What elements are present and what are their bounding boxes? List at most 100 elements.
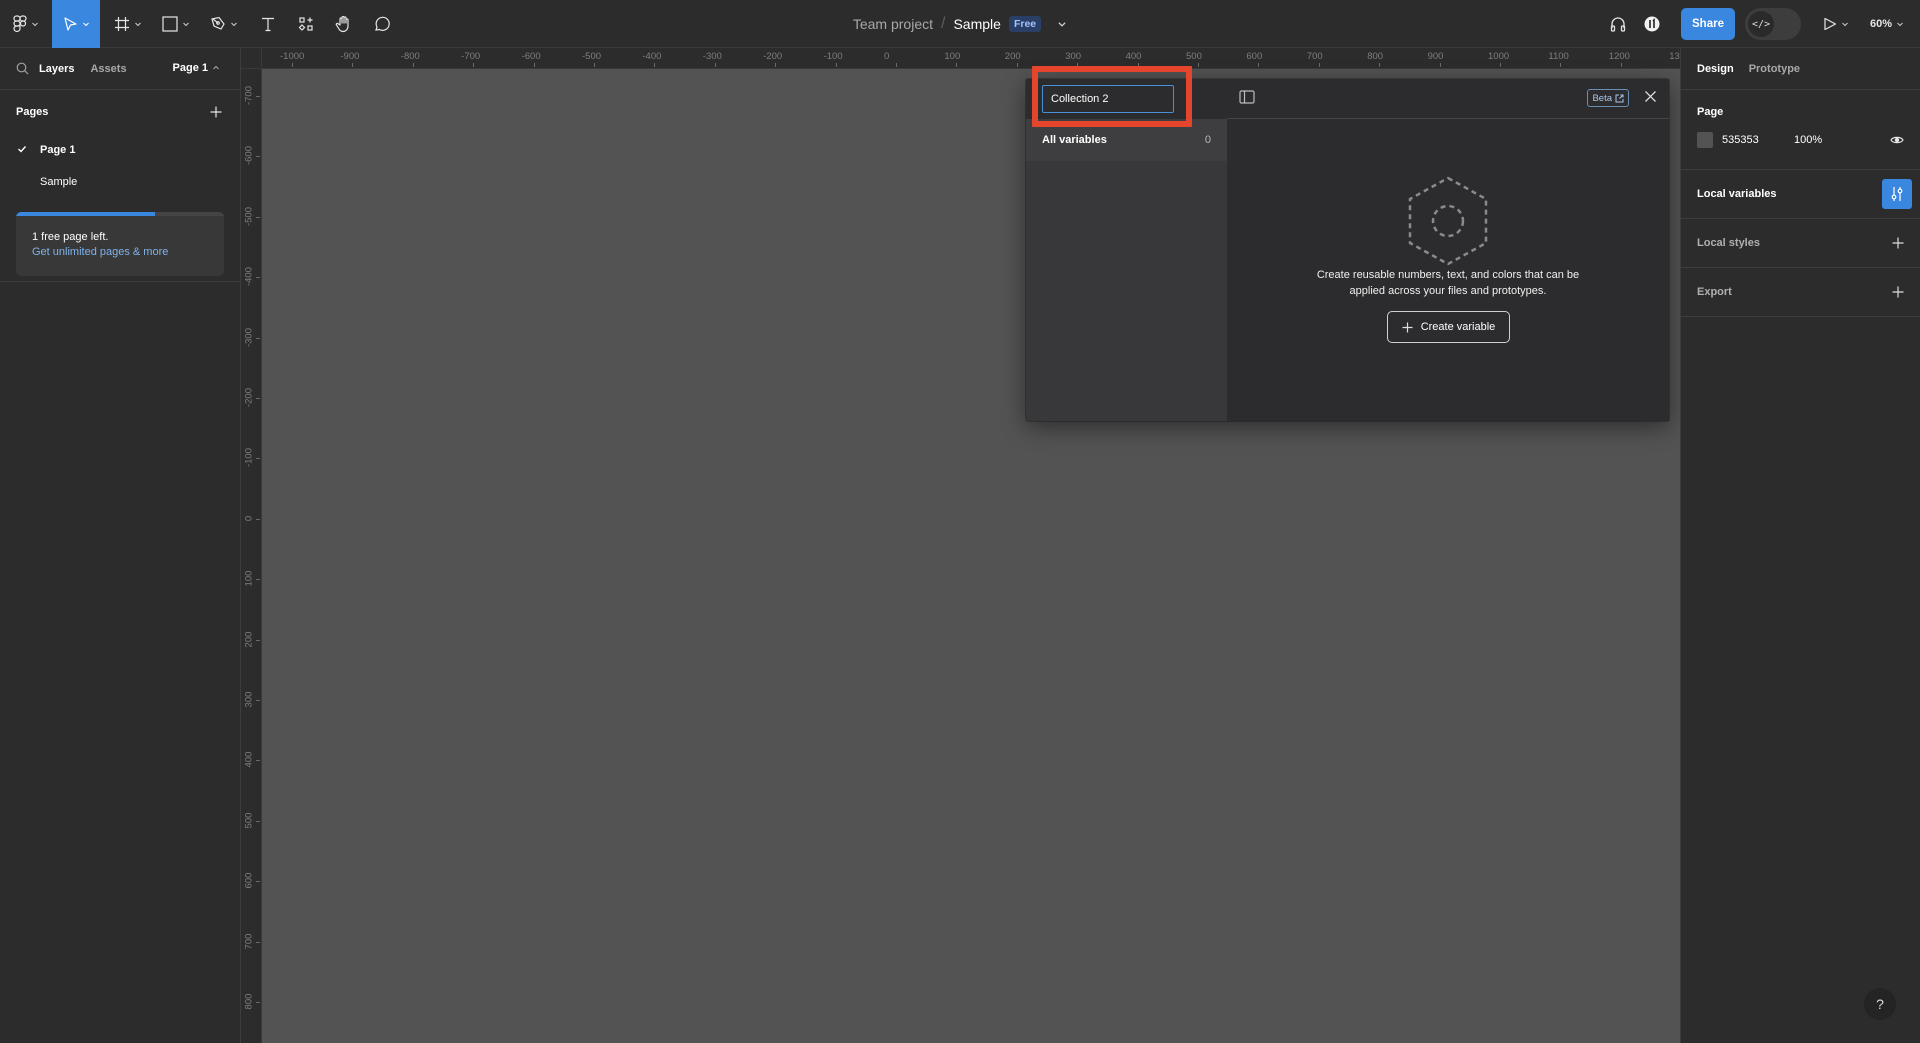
add-page-icon[interactable] <box>210 106 222 118</box>
ruler-tick-mark <box>1439 63 1441 67</box>
collection-name-input[interactable] <box>1042 85 1174 113</box>
ruler-tick-mark <box>256 941 260 943</box>
beta-badge[interactable]: Beta <box>1587 89 1629 107</box>
ruler-tick-mark <box>292 63 293 67</box>
left-panel: Layers Assets Page 1 Pages Page 1 Sample… <box>0 48 241 1043</box>
collection-header <box>1026 79 1227 119</box>
open-variables-button[interactable] <box>1882 179 1912 209</box>
rectangle-icon <box>162 16 178 32</box>
empty-state-description: Create reusable numbers, text, and color… <box>1227 267 1669 299</box>
present-button[interactable] <box>1818 0 1854 48</box>
chevron-down-icon <box>183 22 189 27</box>
tab-layers[interactable]: Layers <box>39 63 74 75</box>
ruler-tick-mark <box>256 639 260 641</box>
current-page-name: Page 1 <box>172 62 208 74</box>
all-variables-item[interactable]: All variables 0 <box>1026 119 1227 161</box>
free-pages-message: 1 free page left. <box>32 231 109 243</box>
ruler-tick-mark <box>256 398 260 399</box>
chevron-down-icon[interactable] <box>1057 19 1067 29</box>
ruler-tick-label: -200 <box>243 388 255 408</box>
ruler-tick-mark <box>256 277 260 279</box>
divider <box>0 281 240 282</box>
frame-tool-button[interactable] <box>108 0 148 48</box>
ruler-tick-label: 400 <box>243 751 255 768</box>
export-section: Export <box>1681 268 1920 317</box>
ruler-tick-label: -400 <box>642 51 662 62</box>
local-styles-section: Local styles <box>1681 219 1920 268</box>
local-variables-modal: All variables 0 Beta Create reusable num… <box>1026 79 1669 421</box>
tab-design[interactable]: Design <box>1697 63 1734 75</box>
dev-mode-toggle[interactable]: </> <box>1745 8 1801 40</box>
sidebar-toggle-icon[interactable] <box>1239 90 1255 104</box>
page-item-sample[interactable]: Sample <box>0 166 240 198</box>
background-hex-input[interactable]: 535353 <box>1722 134 1794 146</box>
page-selector[interactable]: Page 1 <box>173 62 220 74</box>
pen-nib-icon <box>211 16 225 30</box>
shape-tool-button[interactable] <box>156 0 196 48</box>
all-variables-count: 0 <box>1204 134 1211 146</box>
page-item-page-1[interactable]: Page 1 <box>0 134 240 166</box>
add-export-icon[interactable] <box>1892 286 1904 298</box>
ruler-tick-mark <box>1258 63 1260 67</box>
upgrade-link[interactable]: Get unlimited pages & more <box>32 246 168 258</box>
project-name[interactable]: Team project <box>853 16 933 32</box>
color-swatch[interactable] <box>1697 132 1713 148</box>
hand-tool-button[interactable] <box>328 0 360 48</box>
ruler-tick-mark <box>1379 63 1381 67</box>
page-item-label: Page 1 <box>40 144 76 156</box>
comment-tool-button[interactable] <box>366 0 398 48</box>
ruler-tick-label: 1100 <box>1548 51 1569 62</box>
resources-tool-button[interactable] <box>290 0 322 48</box>
ruler-tick-label: 900 <box>1427 51 1444 62</box>
help-button[interactable]: ? <box>1864 988 1896 1020</box>
background-opacity-input[interactable]: 100% <box>1794 134 1890 146</box>
frame-hash-icon <box>115 17 129 31</box>
add-style-icon[interactable] <box>1892 237 1904 249</box>
ruler-tick-label: 100 <box>243 570 255 587</box>
ruler-tick-label: -600 <box>521 51 541 62</box>
local-variables-label: Local variables <box>1697 188 1777 200</box>
pen-tool-button[interactable] <box>204 0 244 48</box>
text-tool-button[interactable] <box>252 0 284 48</box>
main-menu-button[interactable] <box>6 0 46 48</box>
ruler-tick-label: -900 <box>340 51 360 62</box>
ruler-tick-mark <box>352 63 354 67</box>
ruler-tick-label: -100 <box>823 51 843 62</box>
ruler-tick-mark <box>1137 63 1139 67</box>
ruler-tick-label: 300 <box>243 691 255 708</box>
beta-label: Beta <box>1592 92 1612 104</box>
ruler-tick-mark <box>654 63 656 67</box>
create-variable-button[interactable]: Create variable <box>1387 311 1510 343</box>
tab-assets[interactable]: Assets <box>90 63 126 75</box>
tab-prototype[interactable]: Prototype <box>1749 63 1800 75</box>
ruler-tick-label: 1300 <box>1669 51 1680 62</box>
share-button[interactable]: Share <box>1681 8 1735 40</box>
ruler-tick-label: 500 <box>1186 51 1202 62</box>
ruler-tick-label: -700 <box>461 51 481 62</box>
plus-icon <box>1402 322 1413 332</box>
ruler-tick-mark <box>256 458 260 460</box>
empty-state-line-2: applied across your files and prototypes… <box>1349 285 1547 297</box>
search-icon[interactable] <box>16 62 29 75</box>
chevron-down-icon <box>135 22 141 27</box>
file-name[interactable]: Sample <box>953 16 1000 32</box>
page-section-title: Page <box>1697 106 1724 118</box>
ruler-tick-label: 700 <box>243 933 255 950</box>
eye-icon[interactable] <box>1890 135 1904 145</box>
free-pages-progress-bar <box>16 212 224 216</box>
zoom-level-dropdown[interactable]: 60% <box>1870 0 1904 48</box>
export-label: Export <box>1697 286 1732 298</box>
chevron-down-icon <box>83 22 89 27</box>
move-tool-button[interactable] <box>52 0 100 48</box>
ruler-tick-label: -700 <box>243 86 255 106</box>
ruler-tick-label: -800 <box>400 51 420 62</box>
ruler-tick-mark <box>256 760 260 762</box>
ruler-tick-mark <box>533 63 535 67</box>
variables-main: Beta Create reusable numbers, text, and … <box>1227 79 1669 421</box>
user-avatar[interactable] <box>1640 0 1664 48</box>
close-icon[interactable] <box>1644 90 1657 103</box>
checkmark-icon <box>18 146 27 153</box>
headphones-icon <box>1610 17 1626 32</box>
audio-chat-button[interactable] <box>1604 0 1632 48</box>
ruler-tick-mark <box>256 700 260 701</box>
